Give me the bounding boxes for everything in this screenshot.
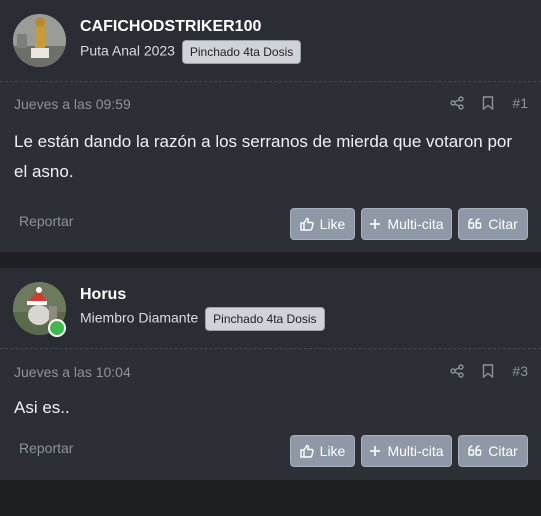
post-content: Le están dando la razón a los serranos d…	[14, 132, 513, 181]
quote-icon	[468, 445, 482, 457]
quote-button[interactable]: Citar	[458, 208, 528, 240]
bookmark-icon[interactable]	[482, 96, 494, 110]
multi-quote-label: Multi-cita	[387, 216, 444, 232]
report-link[interactable]: Reportar	[19, 440, 73, 456]
like-label: Like	[319, 216, 346, 232]
user-title-text: Miembro Diamante	[80, 309, 199, 326]
user-title: Puta Anal 2023 Pinchado 4ta Dosis	[80, 40, 302, 64]
post-2-header: Horus Miembro Diamante Pinchado 4ta Dosi…	[0, 268, 541, 349]
quote-icon	[468, 218, 482, 230]
like-button[interactable]: Like	[290, 208, 355, 240]
post-1-header: CAFICHODSTRIKER100 Puta Anal 2023 Pincha…	[0, 0, 541, 82]
username[interactable]: Horus	[80, 286, 126, 304]
user-title-text: Puta Anal 2023	[80, 42, 175, 59]
post-2-body: Jueves a las 10:04 #3 Asi es.. Reportar	[0, 349, 541, 480]
quote-button[interactable]: Citar	[458, 435, 528, 467]
thumbs-up-icon	[299, 217, 314, 231]
plus-icon	[369, 445, 381, 457]
post-date[interactable]: Jueves a las 10:04	[14, 364, 131, 380]
quote-label: Citar	[488, 443, 518, 459]
user-title: Miembro Diamante Pinchado 4ta Dosis	[80, 307, 325, 331]
user-badge: Pinchado 4ta Dosis	[181, 40, 302, 64]
post-date[interactable]: Jueves a las 09:59	[14, 96, 131, 112]
share-icon[interactable]	[450, 364, 465, 378]
plus-icon	[369, 218, 381, 230]
multi-quote-button[interactable]: Multi-cita	[361, 435, 452, 467]
quote-label: Citar	[488, 216, 518, 232]
multi-quote-label: Multi-cita	[387, 443, 444, 459]
post-number[interactable]: #1	[512, 95, 528, 111]
post-1: CAFICHODSTRIKER100 Puta Anal 2023 Pincha…	[0, 0, 541, 252]
post-number[interactable]: #3	[512, 363, 528, 379]
thumbs-up-icon	[299, 444, 314, 458]
online-status-icon	[48, 319, 66, 337]
post-1-body: Jueves a las 09:59 #1 Le están dando la …	[0, 82, 541, 252]
report-link[interactable]: Reportar	[19, 213, 73, 229]
post-meta-actions: #3	[450, 363, 528, 379]
like-label: Like	[319, 443, 346, 459]
post-meta-actions: #1	[450, 95, 528, 111]
share-icon[interactable]	[450, 96, 465, 110]
bookmark-icon[interactable]	[482, 364, 494, 378]
user-badge: Pinchado 4ta Dosis	[205, 307, 325, 331]
multi-quote-button[interactable]: Multi-cita	[361, 208, 452, 240]
like-button[interactable]: Like	[290, 435, 355, 467]
post-content: Asi es..	[14, 398, 70, 417]
username[interactable]: CAFICHODSTRIKER100	[80, 18, 261, 36]
post-2: Horus Miembro Diamante Pinchado 4ta Dosi…	[0, 268, 541, 480]
avatar[interactable]	[13, 14, 66, 67]
